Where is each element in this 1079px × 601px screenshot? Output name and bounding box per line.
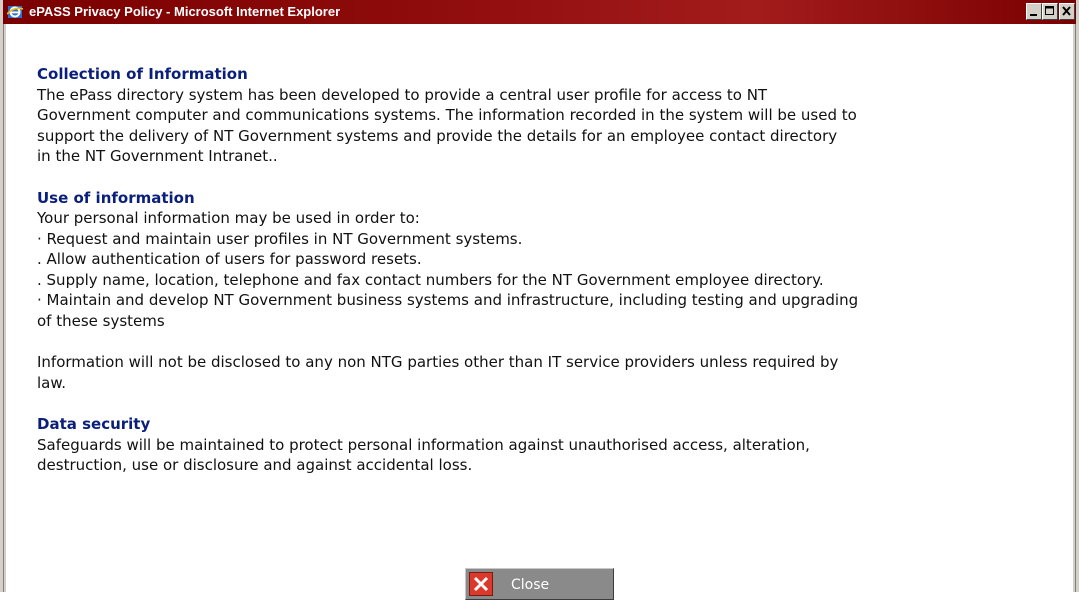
section-heading: Data security [37,415,151,433]
list-item: · Request and maintain user profiles in … [37,229,523,248]
minimize-icon [1030,14,1037,16]
section-security: Data security Safeguards will be maintai… [37,414,1053,476]
paragraph-line: Information will not be disclosed to any… [37,353,839,371]
close-x-icon [469,572,493,596]
paragraph-line: The ePass directory system has been deve… [37,85,768,104]
paragraph-line: Safeguards will be maintained to protect… [37,435,810,454]
page-content: Collection of Information The ePass dire… [6,24,1073,600]
section-use: Use of information Your personal informa… [37,188,1053,332]
paragraph-line: in the NT Government Intranet.. [37,147,278,165]
window-title: ePASS Privacy Policy - Microsoft Interne… [29,4,341,19]
window-close-button[interactable] [1059,3,1075,20]
maximize-icon [1045,6,1054,15]
maximize-button[interactable] [1042,3,1058,20]
section-disclosure: Information will not be disclosed to any… [37,352,1053,393]
section-heading: Collection of Information [37,65,248,83]
paragraph-line: Government computer and communications s… [37,106,857,124]
section-collection: Collection of Information The ePass dire… [37,64,1053,167]
list-item: · Maintain and develop NT Government bus… [37,291,859,309]
paragraph-line: destruction, use or disclosure and again… [37,456,473,474]
close-icon [1062,6,1071,16]
close-button[interactable]: Close [465,568,614,600]
browser-window: ePASS Privacy Policy - Microsoft Interne… [0,0,1079,600]
close-button-container: Close [465,568,614,600]
paragraph-line: support the delivery of NT Government sy… [37,126,838,145]
section-heading: Use of information [37,188,195,207]
paragraph-line: law. [37,373,67,392]
list-item: . Allow authentication of users for pass… [37,250,422,268]
list-item: . Supply name, location, telephone and f… [37,270,824,289]
minimize-button[interactable] [1026,3,1042,20]
close-button-label: Close [511,577,550,593]
list-item: of these systems [37,311,165,330]
paragraph-line: Your personal information may be used in… [37,209,420,227]
title-bar[interactable]: ePASS Privacy Policy - Microsoft Interne… [3,0,1076,24]
internet-explorer-icon [7,6,23,18]
